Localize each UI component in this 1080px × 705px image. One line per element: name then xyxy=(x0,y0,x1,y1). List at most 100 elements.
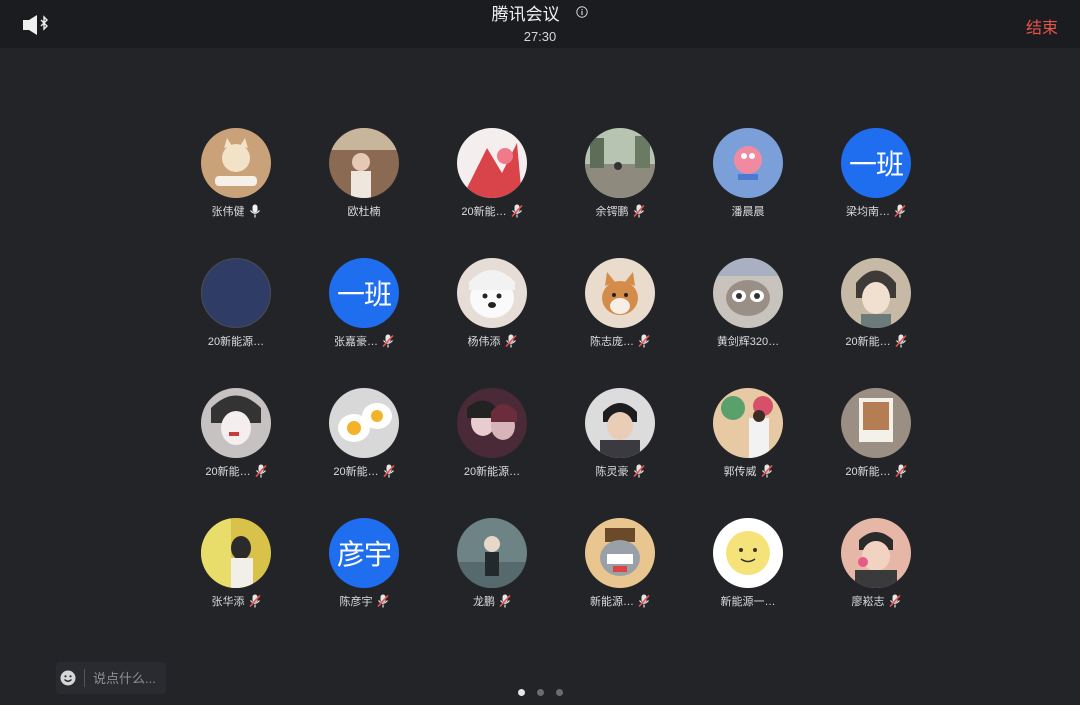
avatar[interactable] xyxy=(841,258,911,328)
avatar[interactable] xyxy=(457,518,527,588)
participant-tile[interactable]: 黄剑辉320… xyxy=(684,258,812,388)
participant-name-row: 杨伟添 xyxy=(468,333,517,349)
mic-on-icon xyxy=(249,204,260,218)
title-block: 腾讯会议 27:30 xyxy=(0,4,1080,46)
participant-tile[interactable]: 20新能… xyxy=(812,258,940,388)
participant-name: 张华添 xyxy=(211,596,245,608)
mic-muted-icon xyxy=(760,464,773,478)
participant-tile[interactable]: 20新能… xyxy=(300,388,428,518)
emoji-icon[interactable] xyxy=(60,670,76,686)
participant-tile[interactable]: 一班张嘉豪… xyxy=(300,258,428,388)
avatar[interactable]: 一班 xyxy=(841,128,911,198)
participant-name: 陈志庞… xyxy=(590,336,634,348)
participant-name-row: 潘晨晨 xyxy=(732,203,765,219)
participant-name-row: 20新能… xyxy=(845,333,907,349)
participant-name: 余锷鹏 xyxy=(595,206,629,218)
participant-name: 陈彦宇 xyxy=(339,596,373,608)
participant-tile[interactable]: 彦宇陈彦宇 xyxy=(300,518,428,648)
participant-tile[interactable]: 20新能… xyxy=(812,388,940,518)
participant-name: 张伟健 xyxy=(211,206,245,218)
participant-name-row: 陈志庞… xyxy=(590,333,650,349)
participant-name: 20新能… xyxy=(845,466,891,478)
participant-name-row: 20新能源… xyxy=(208,333,264,349)
participant-name: 龙鹏 xyxy=(473,596,495,608)
participant-tile[interactable]: 郭传威 xyxy=(684,388,812,518)
mic-muted-icon xyxy=(248,594,261,608)
participant-tile[interactable]: 新能源… xyxy=(556,518,684,648)
avatar[interactable] xyxy=(457,388,527,458)
participant-name-row: 张嘉豪… xyxy=(334,333,394,349)
avatar[interactable] xyxy=(713,518,783,588)
mic-muted-icon xyxy=(638,594,650,608)
page-dot[interactable] xyxy=(556,689,563,696)
participant-name-row: 20新能… xyxy=(845,463,907,479)
participant-tile[interactable]: 廖崧志 xyxy=(812,518,940,648)
participant-tile[interactable]: 新能源一… xyxy=(684,518,812,648)
mic-muted-icon xyxy=(499,594,511,608)
participant-tile[interactable]: 陈志庞… xyxy=(556,258,684,388)
participant-name-row: 梁均南… xyxy=(846,203,906,219)
participant-name-row: 余锷鹏 xyxy=(596,203,645,219)
avatar[interactable] xyxy=(841,518,911,588)
participant-tile[interactable]: 陈灵豪 xyxy=(556,388,684,518)
participant-name-row: 郭传威 xyxy=(724,463,773,479)
participant-name: 张嘉豪… xyxy=(334,336,378,348)
participant-tile[interactable]: 20新能… xyxy=(172,388,300,518)
participant-tile[interactable]: 杨伟添 xyxy=(428,258,556,388)
participant-tile[interactable]: 潘晨晨 xyxy=(684,128,812,258)
avatar[interactable]: 一班 xyxy=(329,258,399,328)
meeting-title-text: 腾讯会议 xyxy=(491,5,560,24)
participant-tile[interactable]: 张华添 xyxy=(172,518,300,648)
meeting-title[interactable]: 腾讯会议 xyxy=(0,4,1080,26)
chat-input-bar[interactable] xyxy=(56,662,166,694)
mic-muted-icon xyxy=(382,334,394,348)
participant-tile[interactable]: 20新能源… xyxy=(172,258,300,388)
chat-input[interactable] xyxy=(93,670,163,686)
mic-muted-icon xyxy=(511,204,523,218)
participant-tile[interactable]: 20新能源… xyxy=(428,388,556,518)
page-indicator xyxy=(518,689,575,696)
avatar[interactable] xyxy=(201,388,271,458)
participant-name: 20新能源… xyxy=(207,336,265,348)
avatar[interactable] xyxy=(713,128,783,198)
top-bar: 腾讯会议 27:30 结束 xyxy=(0,0,1080,48)
avatar-text: 一班 xyxy=(848,149,904,180)
avatar[interactable] xyxy=(201,258,271,328)
avatar[interactable] xyxy=(201,128,271,198)
participant-tile[interactable]: 一班梁均南… xyxy=(812,128,940,258)
avatar[interactable] xyxy=(713,388,783,458)
participant-name-row: 张华添 xyxy=(212,593,261,609)
info-icon[interactable] xyxy=(576,6,589,18)
mic-muted-icon xyxy=(632,464,645,478)
avatar[interactable] xyxy=(585,128,655,198)
avatar[interactable] xyxy=(329,388,399,458)
avatar[interactable] xyxy=(585,518,655,588)
participant-name: 20新能源… xyxy=(463,466,521,478)
participant-tile[interactable]: 龙鹏 xyxy=(428,518,556,648)
participant-tile[interactable]: 欧杜楠 xyxy=(300,128,428,258)
page-dot[interactable] xyxy=(518,689,525,696)
participant-name-row: 龙鹏 xyxy=(473,593,511,609)
avatar[interactable] xyxy=(585,388,655,458)
avatar-text: 一班 xyxy=(336,279,392,310)
participant-name: 新能源一… xyxy=(720,596,776,608)
end-meeting-button[interactable]: 结束 xyxy=(1026,14,1058,38)
mic-muted-icon xyxy=(895,334,907,348)
avatar[interactable] xyxy=(457,128,527,198)
avatar[interactable] xyxy=(713,258,783,328)
avatar[interactable] xyxy=(457,258,527,328)
participant-name-row: 张伟健 xyxy=(212,203,261,219)
participant-tile[interactable]: 张伟健 xyxy=(172,128,300,258)
mic-muted-icon xyxy=(383,464,395,478)
page-dot[interactable] xyxy=(537,689,544,696)
participant-tile[interactable]: 余锷鹏 xyxy=(556,128,684,258)
avatar[interactable] xyxy=(585,258,655,328)
participant-tile[interactable]: 20新能… xyxy=(428,128,556,258)
participant-name: 杨伟添 xyxy=(467,336,501,348)
avatar[interactable] xyxy=(841,388,911,458)
participant-grid: 张伟健 欧杜楠 20新能… 余锷鹏 潘晨晨 一班 梁均南… 20新能源… 一班 张嘉豪… … xyxy=(172,128,940,648)
avatar[interactable]: 彦宇 xyxy=(329,518,399,588)
avatar[interactable] xyxy=(329,128,399,198)
mic-muted-icon xyxy=(255,464,267,478)
avatar[interactable] xyxy=(201,518,271,588)
